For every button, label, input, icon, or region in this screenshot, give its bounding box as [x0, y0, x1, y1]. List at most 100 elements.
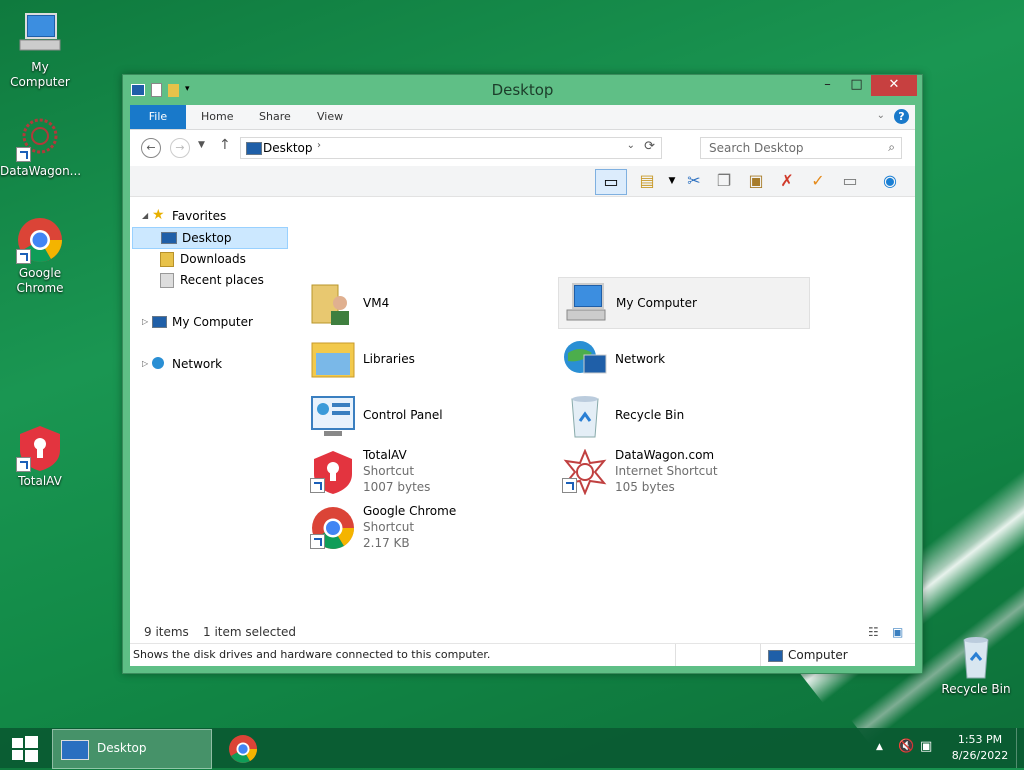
desktop-icon-label: TotalAV — [18, 474, 62, 488]
file-size: 105 bytes — [615, 480, 675, 494]
file-item-google-chrome[interactable]: Google Chrome Shortcut 2.17 KB — [310, 503, 550, 553]
desktop-icon-label: My Computer — [10, 60, 70, 89]
file-item-network[interactable]: Network — [562, 335, 802, 385]
file-name: Recycle Bin — [615, 408, 685, 422]
nav-item-desktop[interactable]: Desktop — [132, 227, 288, 249]
minimize-button[interactable]: – — [813, 75, 842, 96]
title-bar[interactable]: ▾ Desktop – □ ✕ — [123, 75, 922, 105]
taskbar-item-desktop[interactable]: Desktop — [52, 729, 212, 769]
recent-locations-icon[interactable]: ▼ — [198, 140, 205, 150]
preview-pane-icon[interactable]: ▭ — [595, 169, 627, 195]
volume-muted-icon[interactable]: 🔇 — [898, 739, 914, 754]
shortcut-arrow-icon — [16, 147, 31, 162]
navigation-bar: ← → ▼ ↑ Desktop › ⌄ ⟳ Search Desktop ⌕ — [130, 130, 915, 166]
help-icon[interactable]: ? — [894, 109, 909, 124]
chrome-icon — [16, 216, 64, 264]
chevron-right-icon[interactable]: ▷ — [142, 312, 148, 332]
custom-toolbar: ▭ ▤ ▼ ✂ ❐ ▣ ✗ ✓ ▭ ◉ — [130, 166, 915, 197]
maximize-button[interactable]: □ — [842, 75, 871, 96]
taskbar-item-label: Desktop — [97, 741, 147, 755]
nav-favorites[interactable]: Favorites — [172, 206, 226, 226]
nav-item-network[interactable]: ▷ Network — [142, 354, 292, 374]
properties-icon[interactable]: ▭ — [838, 169, 862, 193]
back-button[interactable]: ← — [141, 138, 161, 158]
nav-item-recent-places[interactable]: Recent places — [160, 270, 290, 290]
file-item-datawagon[interactable]: DataWagon.com Internet Shortcut 105 byte… — [562, 447, 802, 497]
search-input[interactable]: Search Desktop ⌕ — [700, 137, 902, 159]
details-bar: Shows the disk drives and hardware conne… — [130, 643, 915, 666]
libraries-icon — [310, 337, 356, 383]
forward-button[interactable]: → — [170, 138, 190, 158]
nav-item-label: Recent places — [180, 273, 264, 287]
desktop-icon-totalav[interactable]: TotalAV — [0, 424, 80, 489]
shell-icon[interactable]: ◉ — [878, 169, 902, 193]
recent-places-icon — [160, 273, 174, 288]
datawagon-icon — [16, 114, 64, 162]
cut-icon[interactable]: ✂ — [682, 169, 706, 193]
delete-icon[interactable]: ✗ — [775, 169, 799, 193]
nav-item-downloads[interactable]: Downloads — [160, 249, 290, 269]
file-item-totalav[interactable]: TotalAV Shortcut 1007 bytes — [310, 447, 550, 497]
clock[interactable]: 1:53 PM 8/26/2022 — [948, 733, 1012, 762]
content-area: ◢ ★ Favorites Desktop Downloads Recent p… — [130, 197, 915, 643]
tab-share[interactable]: Share — [259, 105, 291, 129]
show-desktop-button[interactable] — [1016, 728, 1024, 768]
tab-home[interactable]: Home — [201, 105, 233, 129]
paste-icon[interactable]: ▣ — [744, 169, 768, 193]
tab-view[interactable]: View — [317, 105, 343, 129]
file-type: Internet Shortcut — [615, 464, 718, 478]
desktop-icon-chrome[interactable]: Google Chrome — [0, 216, 80, 296]
expand-icon[interactable]: ◢ — [142, 206, 148, 226]
chrome-icon — [310, 505, 356, 551]
nav-item-label: Desktop — [182, 231, 232, 245]
rename-icon[interactable]: ✓ — [806, 169, 830, 193]
divider — [675, 644, 676, 666]
address-bar[interactable]: Desktop › ⌄ ⟳ — [240, 137, 662, 159]
up-button[interactable]: ↑ — [219, 137, 231, 153]
desktop-icon-datawagon[interactable]: DataWagon... — [0, 114, 81, 179]
file-name: My Computer — [616, 296, 697, 310]
desktop-icon-recycle-bin[interactable]: Recycle Bin — [936, 632, 1016, 697]
chevron-down-icon[interactable]: ▼ — [660, 169, 684, 193]
star-icon: ★ — [152, 207, 165, 223]
computer-icon — [768, 650, 783, 662]
downloads-icon — [160, 252, 174, 267]
start-button[interactable] — [8, 729, 40, 767]
shortcut-arrow-icon — [310, 534, 325, 549]
totalav-icon — [16, 424, 64, 472]
address-path[interactable]: Desktop — [263, 141, 313, 155]
desktop-icon — [161, 232, 177, 244]
chevron-down-icon[interactable]: ⌄ — [877, 110, 885, 121]
show-hidden-icons[interactable]: ▲ — [876, 742, 883, 752]
chevron-down-icon[interactable]: ⌄ — [627, 140, 635, 151]
file-type: Shortcut — [363, 520, 415, 534]
desktop-icon-my-computer[interactable]: My Computer — [0, 10, 80, 90]
tab-file[interactable]: File — [130, 105, 186, 129]
file-name: VM4 — [363, 296, 390, 310]
copy-icon[interactable]: ❐ — [712, 169, 736, 193]
file-item-vm4[interactable]: VM4 — [310, 279, 550, 329]
search-placeholder: Search Desktop — [709, 141, 804, 155]
file-item-libraries[interactable]: Libraries — [310, 335, 550, 385]
chevron-right-icon[interactable]: › — [317, 140, 321, 151]
file-item-control-panel[interactable]: Control Panel — [310, 391, 550, 441]
recycle-bin-icon — [952, 632, 1000, 680]
nav-item-my-computer[interactable]: ▷ My Computer — [142, 312, 292, 332]
close-button[interactable]: ✕ — [871, 75, 917, 96]
file-item-recycle-bin[interactable]: Recycle Bin — [562, 391, 802, 441]
details-description: Shows the disk drives and hardware conne… — [133, 648, 491, 661]
large-icons-view-icon[interactable]: ▣ — [892, 625, 903, 639]
file-name: Google Chrome — [363, 504, 457, 518]
nav-item-label: My Computer — [172, 315, 253, 329]
folder-options-icon[interactable]: ▤ — [635, 169, 659, 193]
taskbar-item-chrome[interactable] — [228, 729, 258, 767]
datawagon-icon — [562, 448, 608, 496]
windows-logo-icon — [12, 736, 38, 762]
search-icon[interactable]: ⌕ — [888, 140, 895, 155]
details-view-icon[interactable]: ☷ — [868, 625, 879, 639]
file-item-my-computer[interactable]: My Computer — [558, 277, 810, 329]
network-tray-icon[interactable]: ▣ — [920, 739, 932, 754]
chevron-right-icon[interactable]: ▷ — [142, 354, 148, 374]
refresh-icon[interactable]: ⟳ — [644, 139, 655, 154]
recycle-bin-icon — [562, 393, 608, 439]
